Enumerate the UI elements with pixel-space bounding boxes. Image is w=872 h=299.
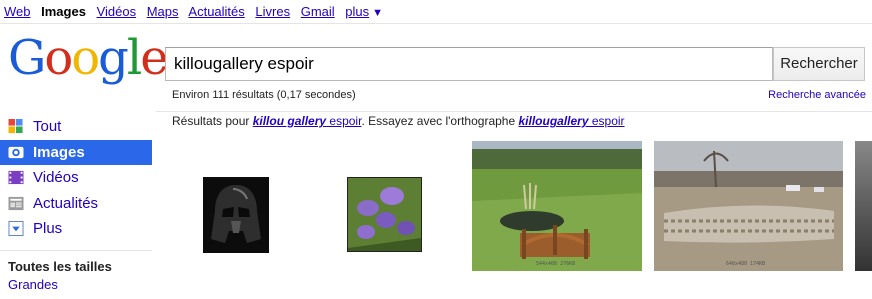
original-term-bold: killougallery xyxy=(518,114,589,128)
chevron-down-icon[interactable]: ▼ xyxy=(372,7,383,19)
garden-bridge-image xyxy=(472,141,642,271)
search-button[interactable]: Rechercher xyxy=(773,47,865,81)
logo-letter: g xyxy=(98,30,129,86)
suggestion-middle: . Essayez avec l'orthographe xyxy=(361,114,519,128)
shown-term-bold: killou gallery xyxy=(252,114,327,128)
nav-link-actualites[interactable]: Actualités xyxy=(188,4,244,19)
advanced-search-link[interactable]: Recherche avancée xyxy=(768,89,866,101)
google-logo[interactable]: Google xyxy=(8,30,169,86)
nav-link-livres[interactable]: Livres xyxy=(255,4,290,19)
spelling-suggestion: Résultats pour killou gallery espoir. Es… xyxy=(172,114,625,128)
nav-link-images[interactable]: Images xyxy=(41,4,86,19)
sidebar-item-images[interactable]: Images xyxy=(0,139,152,165)
image-result-flowers[interactable] xyxy=(347,177,422,252)
purple-flowers-image xyxy=(348,178,421,251)
sheep-flock-image xyxy=(654,141,843,271)
shown-results-link[interactable]: killou gallery espoir xyxy=(253,114,362,128)
film-icon xyxy=(8,170,24,185)
nav-link-gmail[interactable]: Gmail xyxy=(301,4,335,19)
sidebar-item-label: Actualités xyxy=(33,194,99,212)
top-navigation-bar: Web Images Vidéos Maps Actualités Livres… xyxy=(0,0,872,24)
sidebar-item-label: Plus xyxy=(33,220,63,237)
size-filter-heading: Toutes les tailles xyxy=(8,258,112,274)
newspaper-icon xyxy=(8,196,24,210)
sidebar-item-label: Vidéos xyxy=(33,169,79,186)
nav-link-plus[interactable]: plus xyxy=(345,4,369,19)
logo-letter: l xyxy=(126,30,142,86)
sidebar-item-plus[interactable]: Plus xyxy=(0,216,152,242)
sidebar-item-videos[interactable]: Vidéos xyxy=(0,165,152,191)
nav-link-maps[interactable]: Maps xyxy=(147,4,179,19)
nav-link-videos[interactable]: Vidéos xyxy=(97,4,137,19)
original-term-rest: espoir xyxy=(588,114,625,128)
shown-term-rest: espoir xyxy=(326,114,362,128)
logo-letter: o xyxy=(44,30,73,86)
image-result-partial[interactable] xyxy=(855,141,872,271)
image-result-garden-bridge[interactable]: 544x408 276KB xyxy=(472,141,642,271)
darth-vader-helmet-image xyxy=(203,177,269,253)
top-nav-links: Web Images Vidéos Maps Actualités Livres… xyxy=(4,4,383,19)
divider xyxy=(156,111,872,112)
image-caption: 544x408 276KB xyxy=(536,261,576,267)
left-sidebar: Tout Images Vidéos Actualités Plus Toute… xyxy=(0,114,152,292)
search-form: Rechercher xyxy=(165,47,865,81)
search-input[interactable] xyxy=(165,47,773,81)
logo-letter: o xyxy=(71,30,100,86)
sidebar-divider xyxy=(0,249,152,251)
original-query-link[interactable]: killougallery espoir xyxy=(518,114,624,128)
camera-icon xyxy=(8,146,24,158)
nav-link-web[interactable]: Web xyxy=(4,4,31,19)
result-stats: Environ 111 résultats (0,17 secondes) xyxy=(172,89,356,101)
image-caption: 640x480 174KB xyxy=(726,261,766,267)
image-result-sheep-flock[interactable]: 640x480 174KB xyxy=(654,141,843,271)
sidebar-item-label: Images xyxy=(33,143,85,161)
sidebar-item-tout[interactable]: Tout xyxy=(0,114,152,140)
sidebar-item-label: Tout xyxy=(33,118,62,135)
google-plus-icon xyxy=(8,119,23,134)
sidebar-item-actualites[interactable]: Actualités xyxy=(0,191,152,217)
dropdown-icon xyxy=(8,221,24,236)
image-result-darth-vader[interactable] xyxy=(203,177,269,253)
suggestion-prefix: Résultats pour xyxy=(172,114,253,128)
size-filter-large[interactable]: Grandes xyxy=(0,277,152,292)
logo-letter: e xyxy=(140,30,168,86)
logo-letter: G xyxy=(8,30,46,86)
